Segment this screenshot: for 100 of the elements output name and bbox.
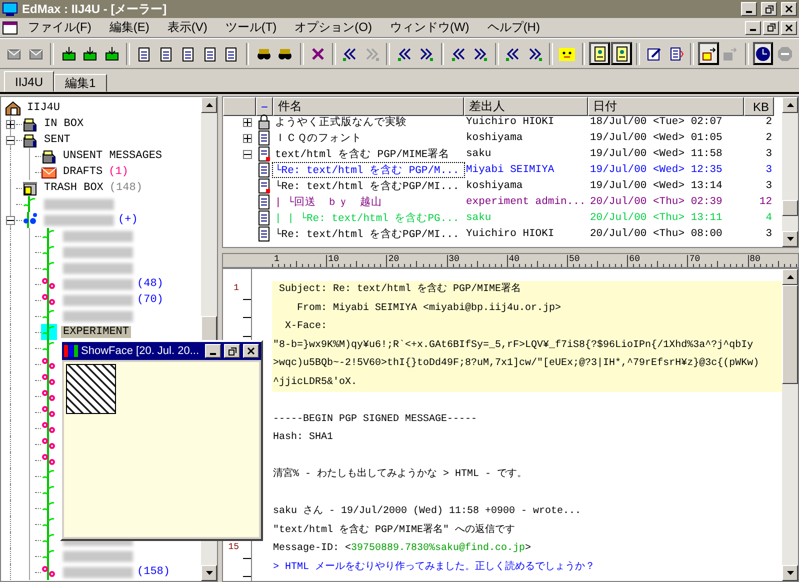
tray-icon — [104, 46, 120, 62]
column-header[interactable]: − — [256, 97, 273, 116]
clock-icon — [754, 46, 771, 62]
folder-count: (1) — [108, 166, 128, 178]
toolbar-button[interactable] — [611, 42, 632, 65]
scroll-down-button[interactable] — [782, 564, 798, 581]
minimize-button[interactable] — [745, 20, 761, 34]
folder-label[interactable]: DRAFTS — [61, 166, 105, 178]
flower-icon — [41, 292, 57, 308]
expander-button[interactable] — [6, 120, 14, 128]
folder-label[interactable]: EXPERIMENT — [61, 326, 132, 338]
menu-item[interactable]: ファイル(F) — [20, 18, 100, 37]
minimize-icon — [210, 352, 216, 354]
menu-item[interactable]: 編集(E) — [101, 18, 158, 37]
subject-cell[interactable]: ＩＣＱのフォント — [273, 131, 464, 145]
folder-label[interactable]: UNSENT MESSAGES — [61, 150, 164, 162]
subject-cell[interactable]: ようやく正式版なんで実験 — [273, 115, 464, 129]
sender-cell-text: experiment admin... — [465, 196, 587, 208]
vine-icon — [41, 228, 57, 244]
line-number: 15 — [228, 542, 239, 552]
vine-icon — [41, 340, 57, 356]
toolbar-button[interactable] — [589, 42, 610, 65]
scroll-up-button[interactable] — [782, 97, 798, 113]
folder-label[interactable]: TRASH BOX — [42, 182, 106, 194]
subject-cell[interactable]: └Re: text/html を含む PGP/M... — [273, 163, 464, 177]
expander-button[interactable] — [6, 136, 14, 144]
scrollbar-thumb[interactable] — [782, 285, 798, 384]
close-button[interactable] — [781, 2, 797, 16]
vine-icon — [41, 308, 57, 324]
tray-icon — [82, 46, 98, 62]
tab[interactable]: IIJ4U — [4, 71, 54, 92]
flower-icon — [41, 372, 57, 388]
scroll-down-button[interactable] — [201, 565, 217, 581]
subject-cell[interactable]: | └回送 ｂｙ 越山 — [273, 195, 464, 209]
scroll-up-button[interactable] — [782, 269, 798, 285]
restore-button[interactable] — [763, 20, 779, 34]
menu-item[interactable]: ツール(T) — [217, 18, 285, 37]
list-icon — [668, 46, 684, 62]
folder-label[interactable]: SENT — [42, 134, 72, 146]
restore-button[interactable] — [224, 344, 240, 358]
scroll-up-button[interactable] — [201, 97, 217, 113]
header-value: >wqc)u5BQb~-2!5V60>thI{}toDd49F;8?uM,7x1]cw/"[eUEx;@?3|IH*,^79rEfsrH¥z}@3c{(pWKw) — [273, 358, 760, 369]
plus-icon — [6, 120, 14, 128]
message-id-label: Message-ID: < — [273, 543, 352, 554]
restore-button[interactable] — [761, 2, 777, 16]
date-cell-text: 19/Jul/00 <Wed> 01:05 — [589, 132, 724, 144]
sender-cell-text: Yuichiro HIOKI — [465, 116, 556, 128]
vine-icon — [41, 468, 57, 484]
scrollbar[interactable] — [782, 97, 798, 247]
size-cell-text: 3 — [764, 164, 773, 176]
sender-cell-text: saku — [465, 212, 492, 224]
body-text: saku さん - 19/Jul/2000 (Wed) 11:58 +0900 - wrote... — [273, 506, 582, 517]
pencil-icon — [646, 46, 662, 62]
document-icon — [256, 162, 272, 178]
body-text: "text/html を含む PGP/MIME署名" への返信です — [273, 524, 516, 536]
image-placeholder — [66, 364, 116, 414]
minimize-button[interactable] — [205, 344, 221, 358]
vine-icon — [41, 500, 57, 516]
header-label: From: — [296, 302, 327, 316]
scrollbar-thumb[interactable] — [782, 200, 798, 216]
flower-icon — [41, 276, 57, 292]
menu-item[interactable]: ヘルプ(H) — [479, 18, 548, 37]
folder-count: (158) — [137, 566, 170, 578]
tab[interactable]: 編集1 — [54, 74, 107, 92]
column-header[interactable]: 件名 — [273, 97, 464, 116]
expander-button[interactable] — [243, 118, 252, 126]
menu-item[interactable]: ウィンドウ(W) — [382, 18, 478, 37]
scrollbar[interactable] — [782, 269, 798, 581]
vine-icon — [41, 260, 57, 276]
close-button[interactable] — [243, 344, 259, 358]
house-icon — [5, 100, 21, 116]
size-cell-text: 3 — [764, 180, 773, 192]
menu-item[interactable]: 表示(V) — [159, 18, 216, 37]
expander-button[interactable] — [243, 150, 252, 158]
flower-icon — [41, 388, 57, 404]
scroll-down-button[interactable] — [782, 230, 798, 247]
vine-icon — [41, 548, 57, 564]
body-text: Hash: SHA1 — [273, 432, 334, 443]
double-chevron-right-icon — [526, 46, 543, 62]
expander-button[interactable] — [6, 216, 14, 224]
ruler-number: 50 — [568, 254, 580, 264]
folder-count: (+) — [118, 214, 138, 226]
ruler-number: 80 — [750, 254, 760, 264]
expander-button[interactable] — [243, 134, 252, 142]
column-header[interactable]: 日付 — [588, 97, 744, 116]
subject-cell[interactable]: text/html を含む PGP/MIME署名 — [273, 147, 464, 161]
column-header[interactable]: KB — [744, 97, 774, 116]
toolbar-button[interactable] — [752, 42, 774, 65]
column-header[interactable]: 差出人 — [464, 97, 588, 116]
toolbar-button[interactable] — [698, 42, 720, 65]
subject-cell[interactable]: └Re: text/html を含むPGP/MI... — [273, 227, 464, 241]
document-icon — [256, 226, 272, 242]
folder-label[interactable]: IN BOX — [42, 118, 86, 130]
close-button[interactable] — [781, 20, 797, 34]
subject-cell[interactable]: └Re: text/html を含むPGP/MI... — [273, 179, 464, 193]
folder-label[interactable]: IIJ4U — [25, 102, 62, 114]
minimize-button[interactable] — [741, 2, 757, 16]
double-chevron-right-icon — [472, 46, 488, 62]
menu-item[interactable]: オプション(O) — [286, 18, 380, 37]
ruler-number: 40 — [508, 254, 520, 264]
